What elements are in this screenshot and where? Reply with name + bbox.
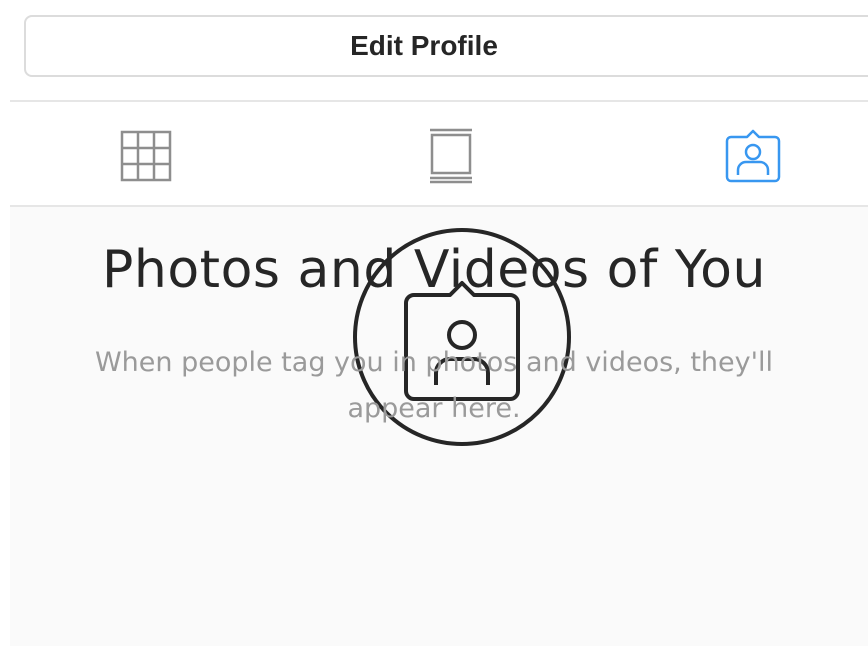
tab-tagged[interactable] (723, 126, 783, 186)
grid-icon (120, 130, 172, 182)
empty-state-description: When people tag you in photos and videos… (0, 340, 868, 432)
profile-header: Edit Profile (0, 0, 868, 100)
empty-state-description-line2: appear here. (347, 393, 521, 424)
profile-tab-bar (10, 100, 868, 207)
edit-profile-label: Edit Profile (350, 30, 498, 61)
feed-list-icon (430, 128, 472, 184)
tab-grid[interactable] (116, 126, 176, 186)
tagged-user-icon (725, 129, 781, 183)
tab-feed[interactable] (421, 126, 481, 186)
edit-profile-button[interactable]: Edit Profile (24, 15, 868, 77)
empty-state-description-line1: When people tag you in photos and videos… (94, 347, 774, 378)
profile-page: Edit Profile Photos and Videos of You Wh… (0, 0, 868, 646)
empty-state-title: Photos and Videos of You (102, 240, 766, 300)
